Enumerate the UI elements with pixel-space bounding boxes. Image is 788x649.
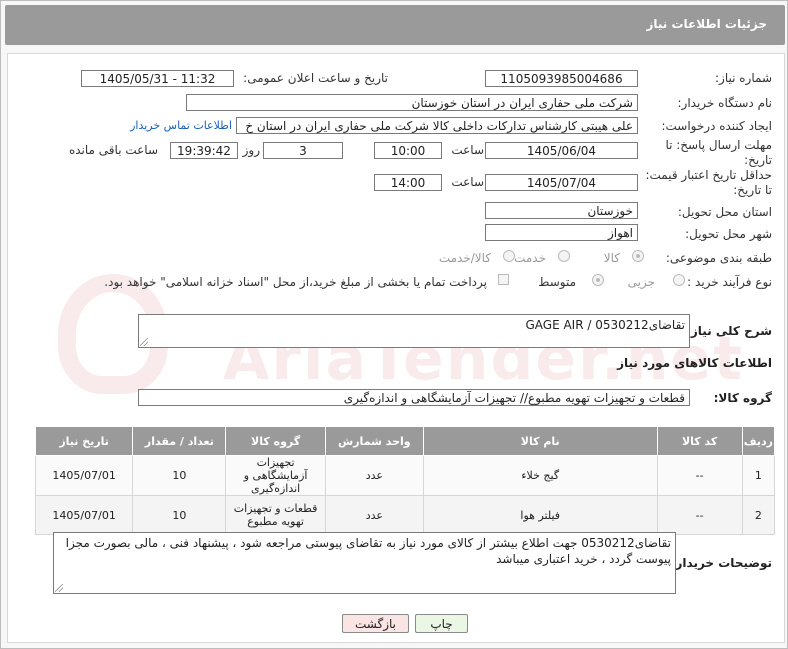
goods-group-field: قطعات و تجهیزات تهویه مطبوع// تجهیزات آز… — [138, 389, 690, 406]
province-field: خوزستان — [485, 202, 638, 219]
details-panel: AriaTender.net شماره نیاز: 1105093985004… — [7, 53, 785, 643]
payment-note: پرداخت تمام یا بخشی از مبلغ خرید،از محل … — [104, 275, 487, 289]
page-title: جزئیات اطلاعات نیاز — [646, 17, 767, 31]
validity-time-field: 14:00 — [374, 174, 442, 191]
col-qty: تعداد / مقدار — [132, 426, 227, 456]
print-button[interactable]: چاپ — [415, 614, 468, 633]
deadline-label-date: تاریخ: — [744, 153, 772, 167]
cell-qty: 10 — [132, 495, 227, 535]
remaining-label: ساعت باقی مانده — [68, 143, 158, 157]
header-bar: جزئیات اطلاعات نیاز — [5, 5, 785, 45]
goods-section-title: اطلاعات کالاهای مورد نیاز — [617, 356, 772, 370]
process-option-minor: جزیی — [627, 275, 655, 289]
buyer-notes-label: توضیحات خریدار: — [670, 556, 772, 570]
deadline-time-field: 10:00 — [374, 142, 442, 159]
creator-field: علی هیبتی کارشناس تدارکات داخلی کالا شرک… — [236, 117, 638, 134]
col-group: گروه کالا — [225, 426, 326, 456]
deadline-date-field: 1405/06/04 — [485, 142, 638, 159]
buyer-notes-field: تقاضای0530212 جهت اطلاع بیشتر از کالای م… — [53, 532, 676, 594]
col-unit: واحد شمارش — [324, 426, 424, 456]
category-option-service: خدمت — [514, 251, 546, 265]
cell-code: -- — [656, 455, 743, 496]
category-radio-goods-service[interactable] — [503, 250, 515, 262]
buyer-notes-text: تقاضای0530212 جهت اطلاع بیشتر از کالای م… — [65, 536, 671, 566]
category-radio-service[interactable] — [558, 250, 570, 262]
need-number-field: 1105093985004686 — [485, 70, 638, 87]
cell-index: 1 — [741, 455, 776, 496]
process-radio-minor[interactable] — [673, 274, 685, 286]
table-row: 2 -- فیلتر هوا عدد قطعات و تجهیزات تهویه… — [34, 495, 776, 535]
resize-handle-icon[interactable] — [140, 338, 148, 346]
description-text: تقاضای0530212 / GAGE AIR — [525, 318, 685, 332]
remaining-time-field: 19:39:42 — [170, 142, 238, 159]
resize-handle-icon[interactable] — [55, 584, 63, 592]
city-label: شهر محل تحویل: — [685, 227, 772, 241]
col-code: کد کالا — [656, 426, 743, 456]
description-field: تقاضای0530212 / GAGE AIR — [138, 314, 690, 348]
buyer-org-field: شرکت ملی حفاری ایران در استان خوزستان — [186, 94, 638, 111]
cell-unit: عدد — [324, 495, 424, 535]
col-name: نام کالا — [422, 426, 658, 456]
announce-field: 1405/05/31 - 11:32 — [81, 70, 234, 87]
days-field: 3 — [263, 142, 343, 159]
cell-index: 2 — [741, 495, 776, 535]
creator-label: ایجاد کننده درخواست: — [661, 119, 772, 133]
category-option-goods: کالا — [603, 251, 620, 265]
need-number-label: شماره نیاز: — [715, 71, 772, 85]
category-option-goods-service: کالا/خدمت — [438, 251, 491, 265]
announce-label: تاریخ و ساعت اعلان عمومی: — [243, 71, 388, 85]
process-option-medium: متوسط — [538, 275, 576, 289]
category-label: طبقه بندی موضوعی: — [665, 251, 772, 265]
window-frame: جزئیات اطلاعات نیاز AriaTender.net شماره… — [0, 0, 788, 649]
cell-unit: عدد — [324, 455, 424, 496]
category-radio-goods[interactable] — [632, 250, 644, 262]
process-label: نوع فرآیند خرید : — [687, 275, 772, 289]
buyer-org-label: نام دستگاه خریدار: — [677, 96, 773, 110]
cell-date: 1405/07/01 — [34, 495, 134, 535]
treasury-checkbox[interactable] — [498, 274, 509, 285]
cell-name: فیلتر هوا — [422, 495, 658, 535]
table-row: 1 -- گیج خلاء عدد تجهیزات آزمایشگاهی و ا… — [34, 455, 776, 496]
deadline-time-label: ساعت — [451, 143, 484, 157]
cell-date: 1405/07/01 — [34, 455, 134, 496]
validity-time-label: ساعت — [451, 175, 484, 189]
validity-label-date: تا تاریخ: — [733, 183, 772, 197]
goods-table: ردیف کد کالا نام کالا واحد شمارش گروه کا… — [34, 426, 776, 535]
col-date: تاریخ نیاز — [34, 426, 134, 456]
back-button[interactable]: بازگشت — [342, 614, 409, 633]
deadline-label: مهلت ارسال پاسخ: تا — [665, 138, 772, 152]
city-field: اهواز — [485, 224, 638, 241]
cell-code: -- — [656, 495, 743, 535]
process-radio-medium[interactable] — [592, 274, 604, 286]
contact-info-link[interactable]: اطلاعات تماس خریدار — [130, 119, 232, 132]
goods-group-label: گروه کالا: — [713, 391, 772, 405]
cell-qty: 10 — [132, 455, 227, 496]
province-label: استان محل تحویل: — [677, 205, 772, 219]
description-label: شرح کلی نیاز: — [686, 324, 772, 338]
table-header-row: ردیف کد کالا نام کالا واحد شمارش گروه کا… — [34, 426, 776, 456]
cell-group: تجهیزات آزمایشگاهی و اندازه‌گیری — [225, 455, 326, 496]
cell-name: گیج خلاء — [422, 455, 658, 496]
validity-label: حداقل تاریخ اعتبار قیمت: — [645, 168, 772, 182]
col-index: ردیف — [741, 426, 776, 456]
cell-group: قطعات و تجهیزات تهویه مطبوع — [225, 495, 326, 535]
validity-date-field: 1405/07/04 — [485, 174, 638, 191]
